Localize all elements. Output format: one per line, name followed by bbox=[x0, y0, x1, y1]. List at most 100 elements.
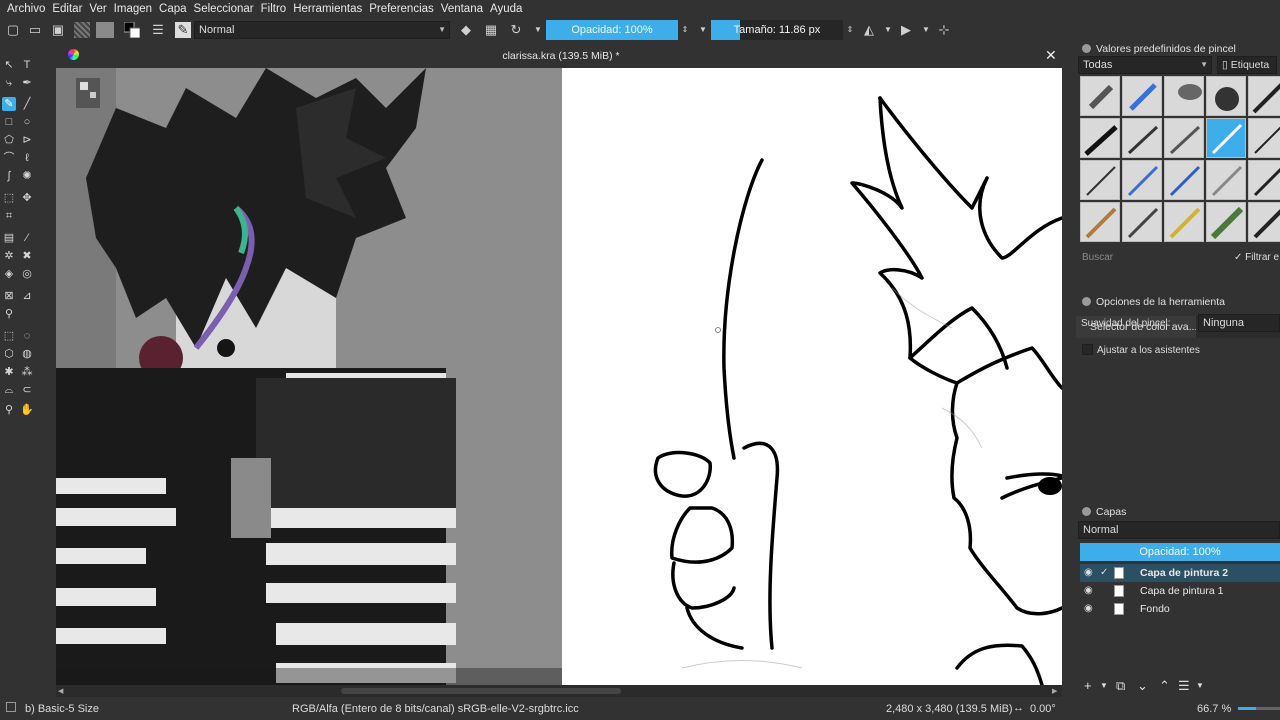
freehand-path-icon[interactable]: ℓ bbox=[20, 151, 34, 165]
chevron-down-icon[interactable]: ▼ bbox=[1100, 681, 1108, 690]
preset-blue-pen[interactable] bbox=[1164, 160, 1204, 200]
chevron-down-icon[interactable]: ▼ bbox=[530, 22, 546, 38]
zoom-slider[interactable] bbox=[1238, 707, 1280, 710]
filter-checkbox[interactable]: ✓ Filtrar e bbox=[1234, 250, 1280, 266]
menu-ayuda[interactable]: Ayuda bbox=[489, 3, 528, 15]
preset-blue-pencil[interactable] bbox=[1122, 160, 1162, 200]
preset-grey-pencil[interactable] bbox=[1206, 160, 1246, 200]
ellipse-select-icon[interactable]: ◌ bbox=[20, 329, 34, 343]
visibility-eye-icon[interactable]: ◉ bbox=[1084, 600, 1093, 618]
preset-filter-select[interactable]: Todas ▼ bbox=[1078, 56, 1212, 74]
preset-eraser[interactable] bbox=[1080, 76, 1120, 116]
size-slider[interactable]: Tamaño: 11.86 px bbox=[711, 20, 843, 40]
enclose-fill-icon[interactable]: ◎ bbox=[20, 267, 34, 281]
reference-image-icon[interactable]: ⚲ bbox=[2, 307, 16, 321]
blend-mode-select[interactable]: Normal ▼ bbox=[194, 21, 450, 39]
fill-tool-icon[interactable]: ◈ bbox=[2, 267, 16, 281]
chevron-down-icon[interactable]: ▼ bbox=[1196, 681, 1204, 690]
freehand-select-icon[interactable]: ◍ bbox=[20, 347, 34, 361]
similar-select-icon[interactable]: ⁂ bbox=[20, 365, 34, 379]
scrollbar-thumb[interactable] bbox=[341, 688, 621, 694]
menu-filtro[interactable]: Filtro bbox=[260, 3, 293, 15]
gradient-swatch-icon[interactable] bbox=[74, 22, 90, 38]
opacity-stepper-icon[interactable]: ⇕ bbox=[680, 22, 690, 38]
preset-soft[interactable] bbox=[1206, 76, 1246, 116]
visibility-eye-icon[interactable]: ◉ bbox=[1084, 582, 1093, 600]
panel-float-icon[interactable] bbox=[1082, 44, 1091, 53]
preset-fineliner[interactable] bbox=[1080, 160, 1120, 200]
reload-preset-icon[interactable]: ↻ bbox=[508, 22, 524, 38]
menu-herramientas[interactable]: Herramientas bbox=[292, 3, 368, 15]
menu-seleccionar[interactable]: Seleccionar bbox=[193, 3, 260, 15]
tag-button[interactable]: ▯ Etiqueta bbox=[1217, 56, 1277, 74]
bezier-tool-icon[interactable]: ⌒ bbox=[2, 151, 16, 165]
preset-wood-pencil[interactable] bbox=[1080, 202, 1120, 242]
move-up-icon[interactable]: ⌃ bbox=[1159, 678, 1170, 694]
open-folder-icon[interactable]: ▭ bbox=[27, 22, 43, 38]
scroll-right-icon[interactable]: ▶ bbox=[1052, 687, 1057, 695]
smoothing-select[interactable]: Ninguna bbox=[1198, 314, 1280, 332]
polygon-tool-icon[interactable]: ⬠ bbox=[2, 133, 16, 147]
line-tool-icon[interactable]: ╱ bbox=[20, 97, 34, 111]
chevron-down-icon[interactable]: ▼ bbox=[918, 22, 934, 38]
polyline-tool-icon[interactable]: ⊳ bbox=[20, 133, 34, 147]
preset-basic-5-size[interactable] bbox=[1206, 118, 1246, 158]
calligraphy-icon[interactable]: ✒ bbox=[20, 76, 34, 90]
pan-tool-icon[interactable]: ✋ bbox=[20, 403, 34, 417]
save-icon[interactable]: ▣ bbox=[50, 22, 66, 38]
menu-imagen[interactable]: Imagen bbox=[113, 3, 158, 15]
duplicate-layer-icon[interactable]: ⧉ bbox=[1116, 678, 1125, 694]
gradient-tool-icon[interactable]: ▤ bbox=[2, 231, 16, 245]
color-picker-icon[interactable]: ⁄ bbox=[20, 231, 34, 245]
preset-green-texture[interactable] bbox=[1206, 202, 1246, 242]
preset-airbrush[interactable] bbox=[1164, 76, 1204, 116]
layer-row[interactable]: ◉ ✓ Capa de pintura 2 bbox=[1080, 564, 1280, 582]
panel-float-icon[interactable] bbox=[1082, 507, 1091, 516]
preset-graphite[interactable] bbox=[1122, 202, 1162, 242]
visibility-eye-icon[interactable]: ◉ bbox=[1084, 564, 1093, 582]
mirror-vertical-icon[interactable]: ▶ bbox=[898, 22, 914, 38]
dynamic-brush-icon[interactable]: ∫ bbox=[2, 169, 16, 183]
close-document-icon[interactable]: ✕ bbox=[1045, 47, 1057, 64]
preset-charcoal[interactable] bbox=[1248, 202, 1280, 242]
menu-archivo[interactable]: Archivo bbox=[6, 3, 51, 15]
size-stepper-icon[interactable]: ⇕ bbox=[845, 22, 855, 38]
menu-ver[interactable]: Ver bbox=[88, 3, 112, 15]
rect-select-icon[interactable]: ⬚ bbox=[2, 329, 16, 343]
brush-settings-icon[interactable]: ☰ bbox=[150, 22, 166, 38]
polygon-select-icon[interactable]: ⬡ bbox=[2, 347, 16, 361]
smart-patch-icon[interactable]: ✖ bbox=[20, 249, 34, 263]
menu-ventana[interactable]: Ventana bbox=[440, 3, 489, 15]
layer-blend-mode-select[interactable]: Normal bbox=[1078, 521, 1280, 539]
preset-yellow-brush[interactable] bbox=[1164, 202, 1204, 242]
wrap-around-icon[interactable]: ⊹ bbox=[936, 22, 952, 38]
freehand-brush-icon[interactable]: ✎ bbox=[2, 97, 16, 111]
assistants-checkbox[interactable] bbox=[1082, 344, 1093, 355]
preset-fine[interactable] bbox=[1248, 118, 1280, 158]
crop-tool-icon[interactable]: ⌗ bbox=[2, 209, 16, 223]
measure-tool-icon[interactable]: ⊿ bbox=[20, 289, 34, 303]
pattern-swatch-icon[interactable] bbox=[96, 22, 114, 38]
preset-pencil[interactable] bbox=[1122, 118, 1162, 158]
add-layer-icon[interactable]: + bbox=[1084, 678, 1092, 693]
panel-float-icon[interactable] bbox=[1082, 297, 1091, 306]
zoom-tool-icon[interactable]: ⚲ bbox=[2, 403, 16, 417]
text-tool-icon[interactable]: T bbox=[20, 58, 34, 72]
new-document-icon[interactable]: ▢ bbox=[5, 22, 21, 38]
check-icon[interactable]: ✓ bbox=[1100, 564, 1108, 582]
transform-tool-icon[interactable]: ⬚ bbox=[2, 191, 16, 205]
select-shapes-icon[interactable]: ↖ bbox=[2, 58, 16, 72]
fg-bg-color-icon[interactable] bbox=[123, 21, 141, 39]
contiguous-select-icon[interactable]: ✱ bbox=[2, 365, 16, 379]
menu-editar[interactable]: Editar bbox=[51, 3, 88, 15]
multibrush-icon[interactable]: ✺ bbox=[20, 169, 34, 183]
chevron-down-icon[interactable]: ▼ bbox=[695, 22, 711, 38]
rectangle-tool-icon[interactable]: □ bbox=[2, 115, 16, 129]
preset-ink[interactable] bbox=[1248, 76, 1280, 116]
brush-preset-icon[interactable]: ✎ bbox=[175, 22, 191, 38]
opacity-slider[interactable]: Opacidad: 100% bbox=[546, 20, 678, 40]
eraser-icon[interactable]: ◆ bbox=[458, 22, 474, 38]
ellipse-tool-icon[interactable]: ○ bbox=[20, 115, 34, 129]
scroll-left-icon[interactable]: ◀ bbox=[58, 687, 63, 695]
bezier-select-icon[interactable]: ⌓ bbox=[2, 383, 16, 397]
